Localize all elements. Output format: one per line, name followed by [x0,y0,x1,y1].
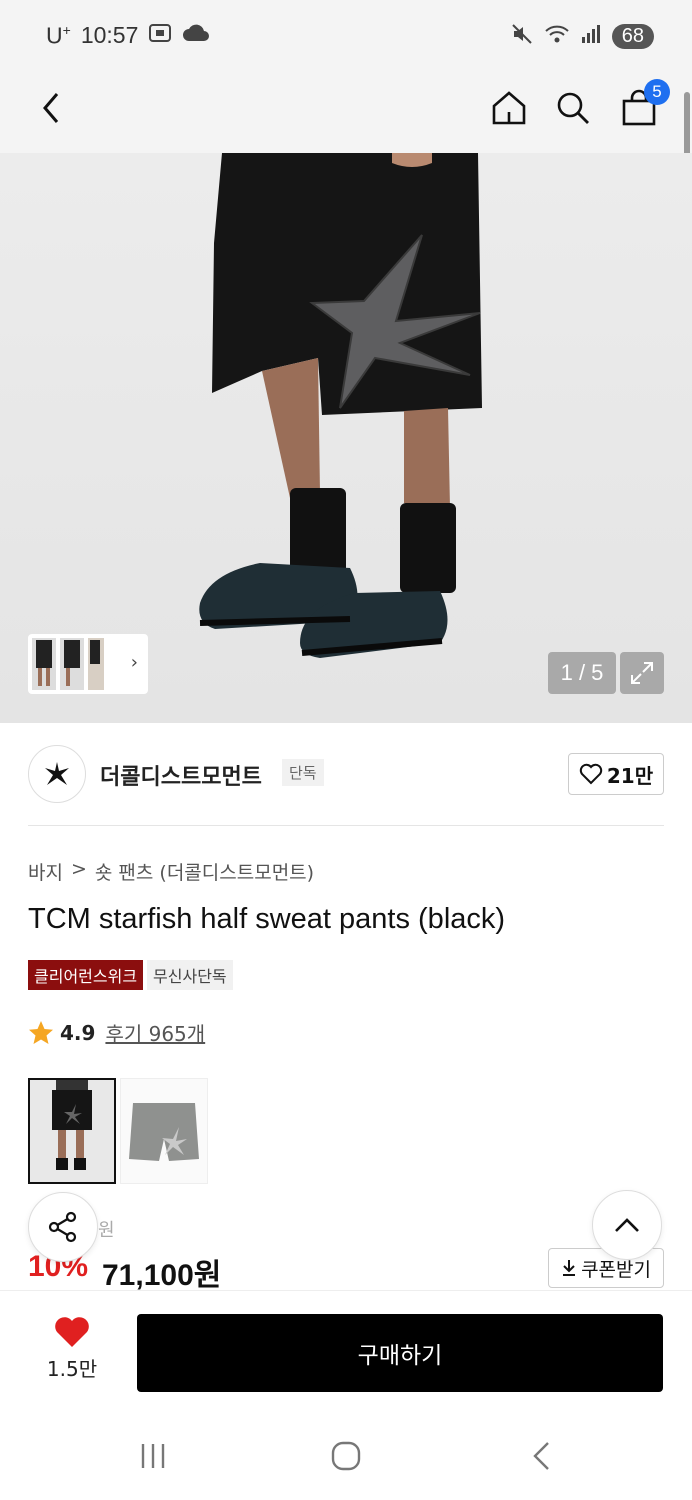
expand-button[interactable] [620,652,664,694]
top-nav: 5 [0,75,692,153]
exclusive-tag: 무신사단독 [147,960,233,990]
color-option-black[interactable] [28,1078,116,1184]
rating-score: 4.9 [60,1020,96,1045]
heart-filled-icon [55,1317,89,1347]
image-counter: 1 / 5 [548,652,616,694]
signal-icon [580,23,602,49]
brand-name[interactable]: 더콜디스트모먼트 [100,759,262,791]
mute-icon [510,22,534,50]
recent-apps-icon [141,1444,165,1468]
download-icon [563,1260,576,1276]
home-button[interactable] [484,83,534,133]
coupon-button[interactable]: 쿠폰받기 [548,1248,664,1288]
color-option-gray[interactable] [120,1078,208,1184]
chevron-up-icon [615,1218,639,1232]
share-button[interactable] [28,1192,98,1262]
home-icon [492,91,526,125]
heart-outline-icon [579,763,603,785]
system-nav-bar [0,1410,692,1500]
scroll-top-button[interactable] [592,1190,662,1260]
cart-button[interactable]: 5 [614,79,670,133]
expand-icon [631,662,653,684]
product-tags: 클리어런스위크 무신사단독 [28,960,233,990]
breadcrumb: 바지 > 숏 팬츠 (더콜디스트모먼트) [28,858,314,885]
chevron-left-icon [43,93,59,123]
screen-capture-icon [148,22,172,49]
review-link[interactable]: 후기 965개 [105,1018,205,1047]
status-right: 68 [510,22,654,50]
battery-indicator: 68 [611,23,654,49]
status-bar: U+ 10:57 68 [0,0,692,75]
wifi-icon [544,23,570,49]
gallery-thumbnail[interactable] [32,638,56,690]
breadcrumb-separator: > [70,858,87,880]
starfish-logo-icon [45,762,69,785]
recent-apps-button[interactable] [128,1436,178,1476]
search-icon [557,92,589,124]
purchase-bar: 1.5만 구매하기 [0,1290,692,1410]
share-icon [48,1211,77,1243]
brand-logo[interactable] [28,745,86,803]
status-time: 10:57 [80,22,139,49]
gallery-thumbnail[interactable] [60,638,84,690]
product-image-gallery[interactable]: › 1 / 5 [0,153,692,723]
brand-like-count: 21만 [606,763,654,788]
home-circle-icon [331,1441,361,1471]
status-left: U+ 10:57 [46,22,210,50]
buy-button[interactable]: 구매하기 [137,1314,663,1392]
brand-like-button[interactable]: 21만 [568,753,664,795]
cart-count-badge: 5 [644,79,670,105]
breadcrumb-subcategory[interactable]: 숏 팬츠 (더콜디스트모먼트) [95,858,314,885]
star-icon [29,1020,53,1044]
back-button[interactable] [26,83,76,133]
search-button[interactable] [548,83,598,133]
final-price: 71,100원 [102,1259,222,1292]
brand-row: 더콜디스트모먼트 단독 21만 [28,745,664,805]
gallery-thumbnail[interactable] [88,638,104,690]
original-price: 원 [98,1220,115,1241]
back-nav-button[interactable] [516,1436,566,1476]
product-title: TCM starfish half sweat pants (black) [28,903,506,935]
carrier-label: U+ [46,22,71,49]
product-like-count: 1.5만 [46,1357,98,1381]
breadcrumb-category[interactable]: 바지 [28,858,63,885]
gallery-thumbnail-strip[interactable]: › [28,634,148,694]
rating-row: 4.9 후기 965개 [28,1018,205,1047]
brand-exclusive-tag: 단독 [282,759,324,786]
home-nav-button[interactable] [321,1436,371,1476]
divider [28,825,664,826]
chevron-right-icon: › [130,652,138,673]
price-area: 원 10% 71,100원 쿠폰받기 [28,1210,664,1292]
color-options [28,1078,208,1184]
product-like-button[interactable]: 1.5만 [30,1315,114,1395]
event-tag: 클리어런스위크 [28,960,144,990]
cloud-icon [182,22,210,49]
back-arrow-icon [533,1442,549,1470]
scrollbar[interactable] [684,92,690,160]
